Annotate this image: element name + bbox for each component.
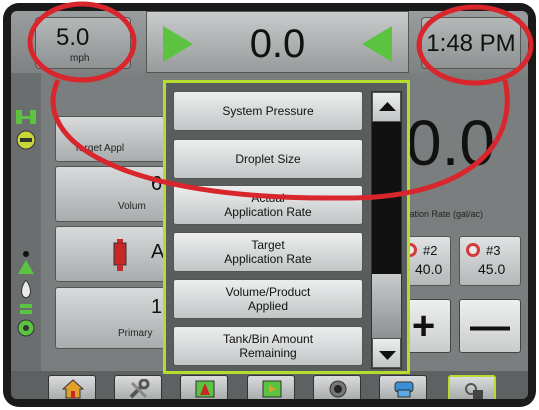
annotation-swoop-left bbox=[50, 78, 341, 201]
clock-annotation-ellipse bbox=[416, 4, 534, 86]
speed-annotation-ellipse bbox=[27, 1, 137, 83]
annotation-overlay bbox=[27, 1, 534, 201]
annotation-swoop-right bbox=[339, 79, 510, 201]
